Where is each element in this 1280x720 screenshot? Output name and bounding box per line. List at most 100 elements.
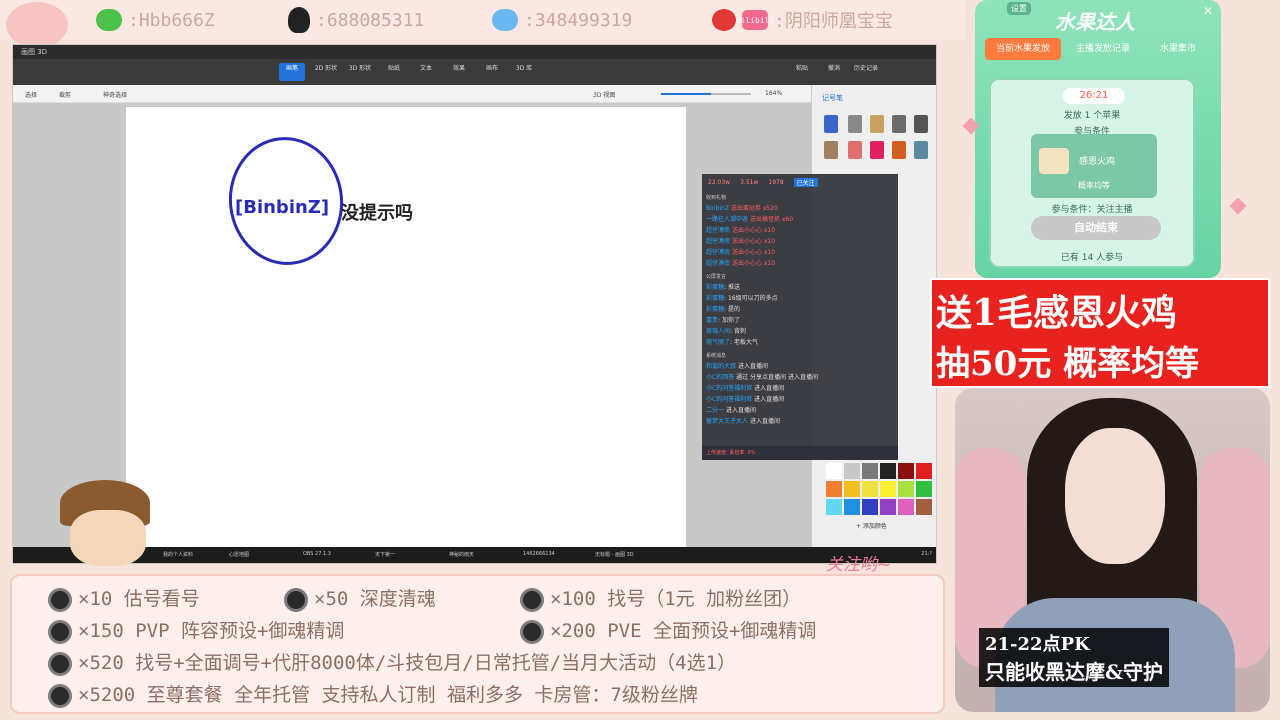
- countdown-timer: 26:21: [1063, 88, 1125, 104]
- crayon-brush-icon[interactable]: [870, 141, 884, 159]
- promo-line-1: 送1毛感恩火鸡: [936, 292, 1178, 334]
- color-swatch[interactable]: [826, 463, 842, 479]
- color-swatch[interactable]: [898, 499, 914, 515]
- color-swatch[interactable]: [898, 463, 914, 479]
- ribbon-text[interactable]: 文本: [413, 63, 439, 81]
- select-tool[interactable]: 选择: [25, 90, 37, 99]
- ribbon-3d-library[interactable]: 3D 库: [511, 63, 537, 81]
- color-swatch[interactable]: [844, 463, 860, 479]
- paint-ribbon: 画笔 2D 形状 3D 形状 贴纸 文本 效果 画布 3D 库 粘贴 撤消 历史…: [13, 59, 936, 85]
- pig-mascot-icon: [6, 2, 68, 48]
- pencil-brush-icon[interactable]: [824, 141, 838, 159]
- condition-text: 参与条件：关注主播: [1051, 205, 1133, 215]
- ribbon-3d-shapes[interactable]: 3D 形状: [347, 63, 373, 81]
- daruma-icon: [284, 587, 308, 612]
- pk-time: 21-22点PK: [985, 634, 1090, 655]
- color-swatch[interactable]: [880, 499, 896, 515]
- drawing-canvas[interactable]: [126, 107, 686, 547]
- color-swatch[interactable]: [862, 463, 878, 479]
- color-swatch[interactable]: [862, 499, 878, 515]
- color-swatch[interactable]: [844, 481, 860, 497]
- chat-message-line: 琉璃人间: 背刺: [706, 328, 746, 335]
- taskbar-app[interactable]: 神秘的雨天: [449, 551, 474, 561]
- color-swatch[interactable]: [826, 499, 842, 515]
- taskbar-app[interactable]: 1462666134: [523, 551, 555, 561]
- promo-line-2: 抽50元 概率均等: [936, 344, 1200, 384]
- prize-name: 感恩火鸡: [1079, 157, 1116, 167]
- chat-footer: 上传速度: 丢包率: 0%: [702, 446, 898, 460]
- color-swatch[interactable]: [880, 481, 896, 497]
- weibo-icon: [712, 9, 736, 31]
- daruma-icon: [520, 619, 544, 644]
- add-color-button[interactable]: + 添加颜色: [856, 521, 887, 530]
- color-swatch[interactable]: [880, 463, 896, 479]
- chat-message-line: 丽气丽了: 老板大气: [706, 339, 758, 346]
- ribbon-canvas[interactable]: 画布: [479, 63, 505, 81]
- taskbar-app[interactable]: 我的个人资料: [163, 551, 193, 561]
- pen-brush-icon[interactable]: [848, 115, 862, 133]
- eraser-brush-icon[interactable]: [848, 141, 862, 159]
- color-swatch[interactable]: [826, 481, 842, 497]
- ribbon-2d-shapes[interactable]: 2D 形状: [313, 63, 339, 81]
- crop-tool[interactable]: 裁剪: [59, 90, 71, 99]
- chat-gift-line: 一路往人潮中退 送出搞怪抓 x60: [706, 216, 794, 223]
- paste-button[interactable]: 粘贴: [789, 63, 815, 81]
- oil-brush-icon[interactable]: [870, 115, 884, 133]
- fruit-tabs: 当前水果发放 主播发放记录 水果集市: [985, 38, 1215, 60]
- taskbar-app[interactable]: 天下第一: [375, 551, 395, 561]
- chat-message-line: 富贵: 加你了: [706, 317, 740, 324]
- qq-icon: [288, 7, 310, 33]
- stat-fans: 3.51w: [740, 178, 759, 186]
- wechat-contact: :Hbb666Z: [96, 6, 215, 34]
- ribbon-stickers[interactable]: 贴纸: [381, 63, 407, 81]
- stat-popularity: 22.03w: [708, 178, 731, 186]
- marker-brush-icon[interactable]: [824, 115, 838, 133]
- color-swatch[interactable]: [898, 481, 914, 497]
- chat-system-line: 小C的问答福利官 进入直播间: [706, 396, 785, 403]
- history-button[interactable]: 历史记录: [853, 63, 879, 81]
- color-swatch[interactable]: [916, 481, 932, 497]
- chat-message-line: 彩蛋糖: 16级可以刀的多点: [706, 295, 778, 302]
- undo-button[interactable]: 撤消: [821, 63, 847, 81]
- texture-brush-icon[interactable]: [914, 141, 928, 159]
- drawn-note: 没提示吗: [341, 203, 413, 224]
- pixel-pen-icon[interactable]: [914, 115, 928, 133]
- view-3d-toggle[interactable]: 3D 视图: [593, 90, 615, 99]
- chat-message-line: 彩蛋糖: 是的: [706, 306, 740, 313]
- tab-host-records[interactable]: 主播发放记录: [1065, 38, 1141, 60]
- ribbon-effects[interactable]: 效果: [446, 63, 472, 81]
- price-item: ×200 PVE 全面预设+御魂精调: [520, 616, 816, 644]
- follow-prompt: 关注哟~: [826, 555, 892, 575]
- watercolor-brush-icon[interactable]: [892, 115, 906, 133]
- tab-current-fruit[interactable]: 当前水果发放: [985, 38, 1061, 60]
- color-swatch[interactable]: [916, 499, 932, 515]
- drawn-label: [BinbinZ]: [235, 197, 330, 218]
- ribbon-brushes[interactable]: 画笔: [279, 63, 305, 81]
- issue-text: 发放 1 个苹果: [1063, 111, 1121, 121]
- chat-system-line: 小C的问答福利官 进入直播间: [706, 385, 785, 392]
- qqgroup-id: :348499319: [524, 9, 633, 31]
- pk-rule: 只能收黑达摩&守护: [985, 660, 1164, 684]
- chat-message-line: 彩蛋糖: 推送: [706, 284, 740, 291]
- fruit-card: 26:21 发放 1 个苹果 参与条件 感恩火鸡 概率均等 参与条件：关注主播 …: [989, 78, 1195, 268]
- brush-panel-title: 记号笔: [822, 94, 843, 102]
- tab-fruit-market[interactable]: 水果集市: [1145, 38, 1211, 60]
- taskbar-app[interactable]: 心愿地图: [229, 551, 249, 561]
- doll-mascot-icon: [40, 480, 165, 570]
- color-swatch[interactable]: [862, 481, 878, 497]
- taskbar-app[interactable]: 无标题 - 画图 3D: [595, 551, 634, 561]
- close-icon[interactable]: ✕: [1203, 4, 1213, 18]
- fill-brush-icon[interactable]: [892, 141, 906, 159]
- color-swatch[interactable]: [844, 499, 860, 515]
- taskbar-clock: 21:?: [921, 551, 932, 557]
- magic-select-tool[interactable]: 神奇选择: [103, 90, 127, 99]
- contact-banner: :Hbb666Z :688085311 :348499319 bilibili …: [0, 0, 965, 48]
- settings-button[interactable]: 设置: [1007, 2, 1031, 15]
- auto-end-button[interactable]: 自动结束: [1031, 216, 1161, 240]
- qq-group-icon: [492, 9, 518, 31]
- zoom-slider[interactable]: [661, 93, 751, 95]
- daruma-icon: [48, 651, 72, 676]
- color-swatch[interactable]: [916, 463, 932, 479]
- taskbar-app[interactable]: OBS 27.1.3: [303, 551, 331, 561]
- qqgroup-contact: :348499319: [492, 6, 632, 34]
